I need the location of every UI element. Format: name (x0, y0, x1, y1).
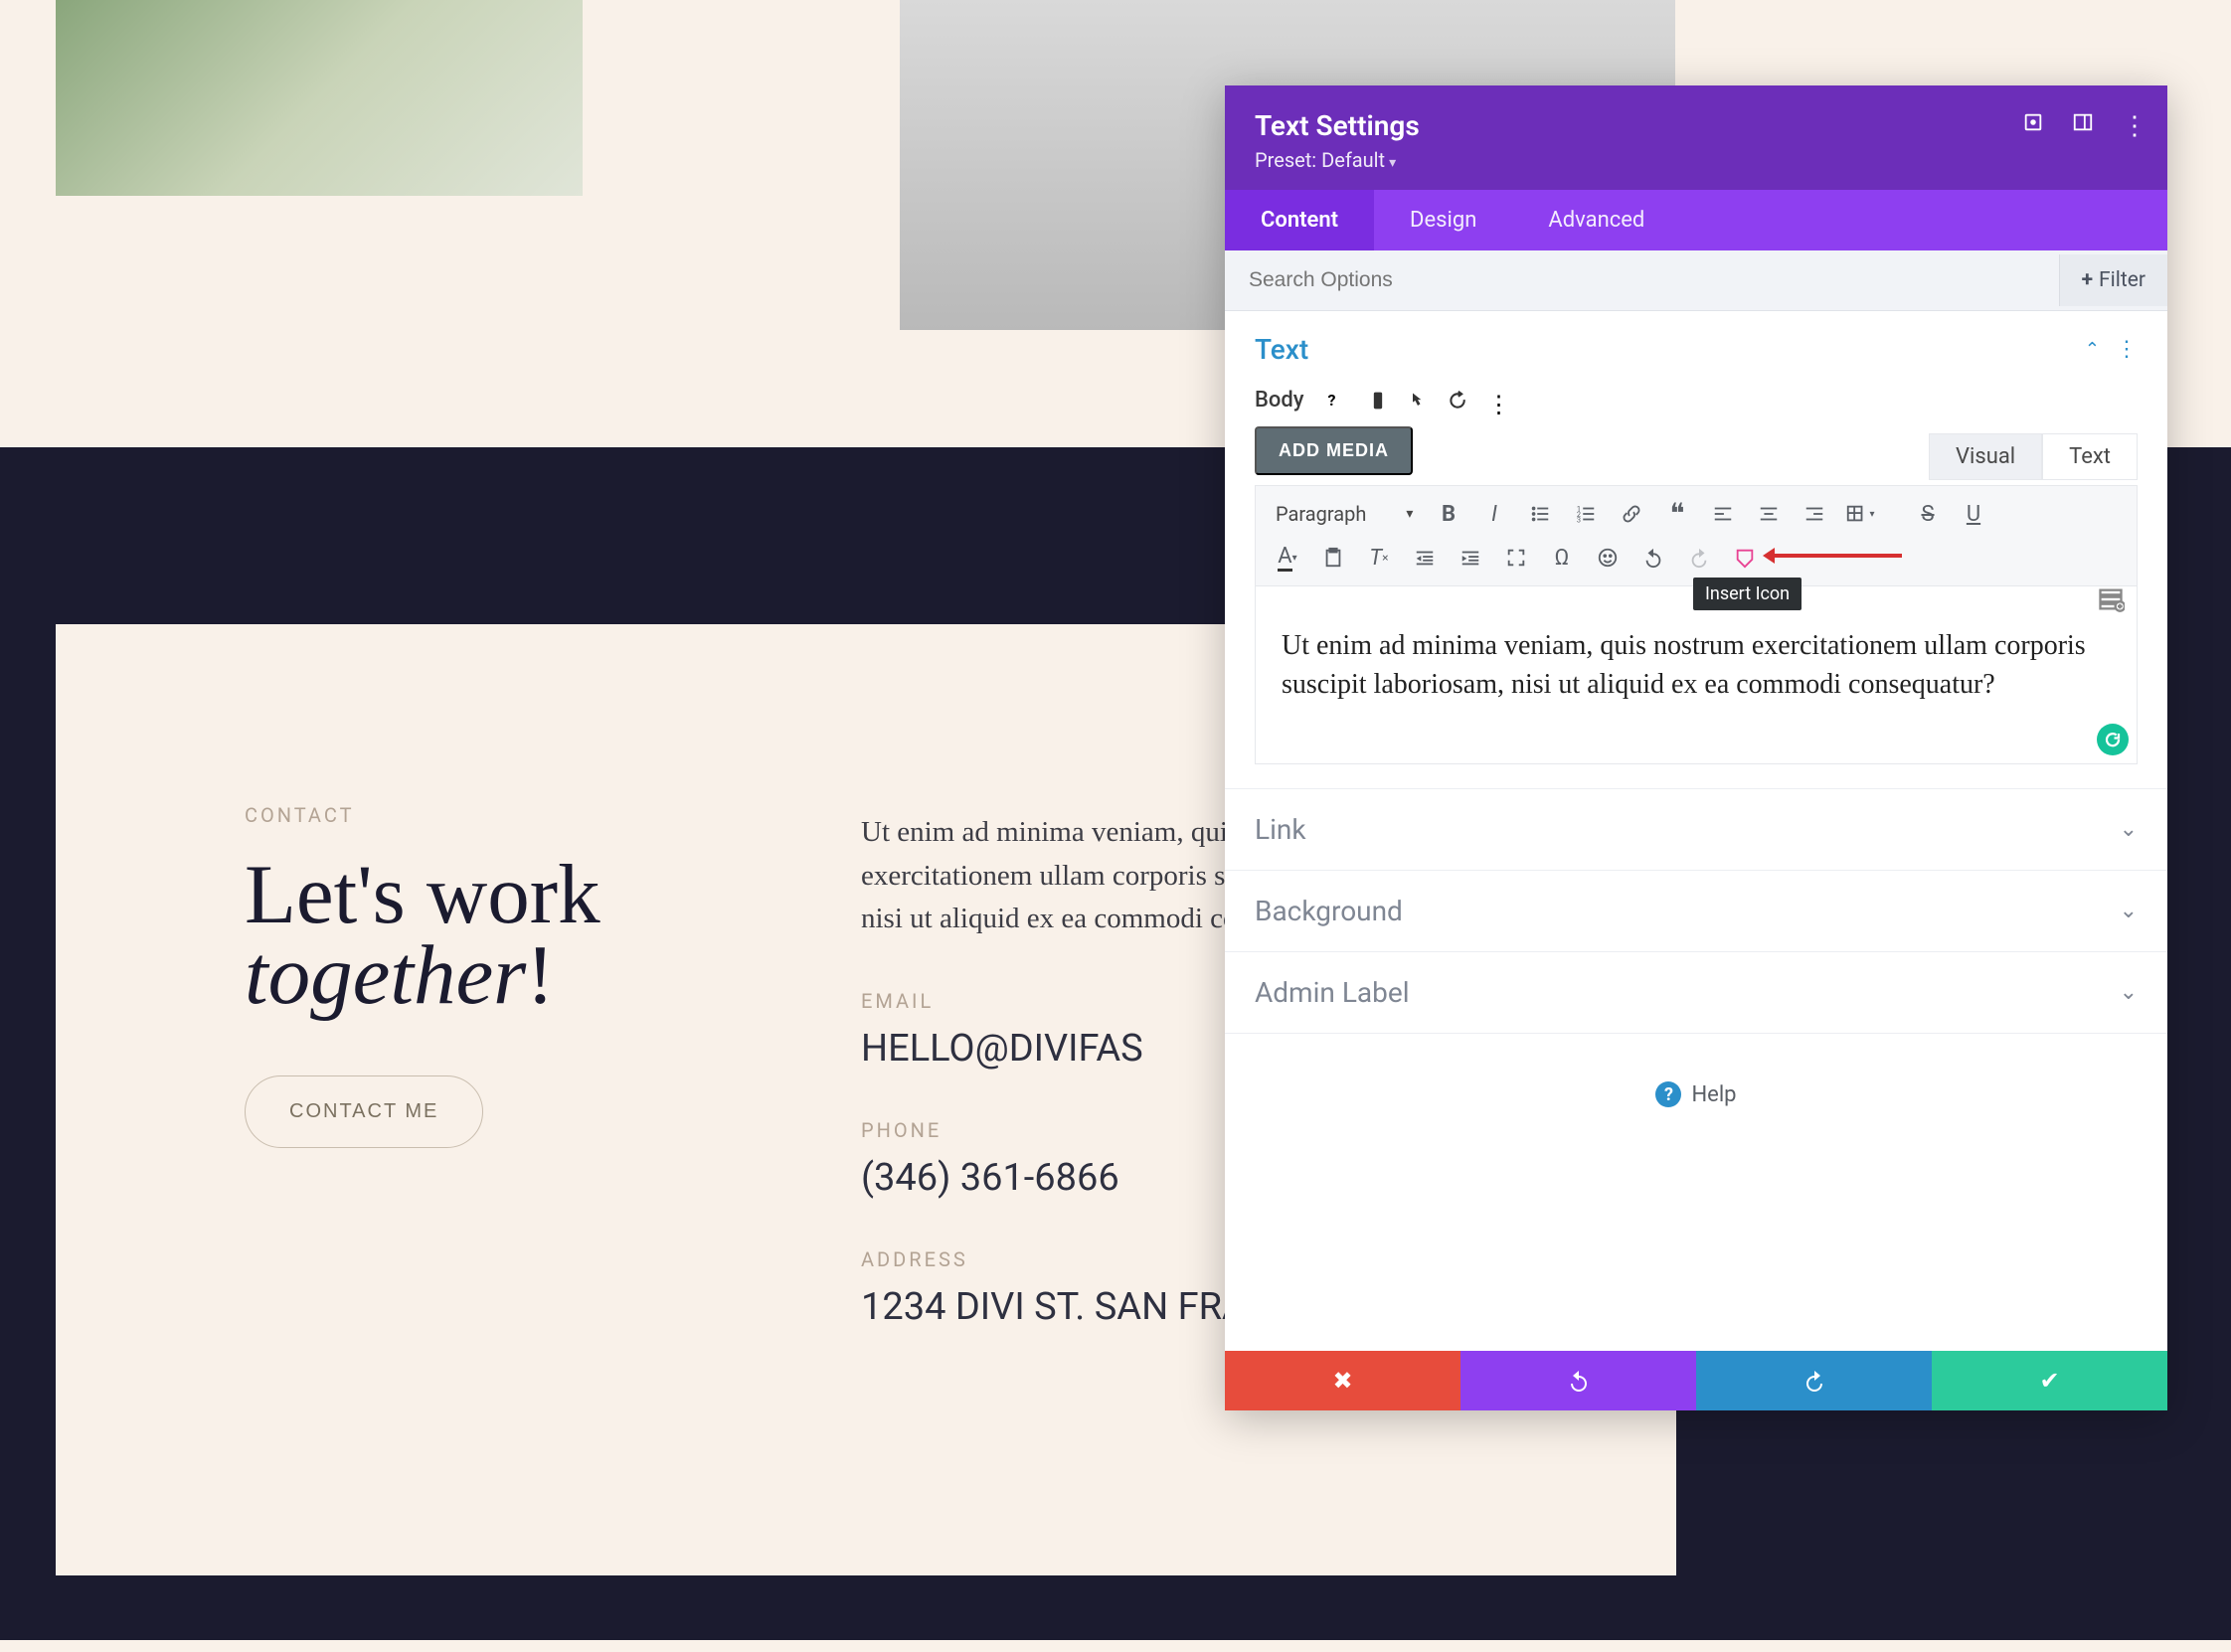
chevron-down-icon: ⌄ (2120, 980, 2138, 1005)
panel-header[interactable]: Text Settings Preset: Default▾ ⋮ (1225, 85, 2167, 190)
emoji-button[interactable] (1586, 538, 1630, 578)
editor-content: Ut enim ad minima veniam, quis nostrum e… (1282, 630, 2086, 700)
headline-suffix: ! (526, 928, 554, 1022)
help-link[interactable]: ? Help (1655, 1081, 1736, 1107)
section-title: Text (1255, 333, 1308, 366)
editor-wrapper: Paragraph ▾ B I 123 ❝ ▾ S U A▾ T× Ω (1255, 485, 2138, 764)
redo-button[interactable] (1677, 538, 1721, 578)
underline-button[interactable]: U (1952, 494, 1995, 534)
panel-header-icons: ⋮ (2022, 111, 2144, 133)
editor-tab-visual[interactable]: Visual (1929, 433, 2042, 480)
body-label: Body (1255, 388, 1304, 413)
bold-button[interactable]: B (1427, 494, 1470, 534)
mobile-icon[interactable] (1368, 391, 1388, 411)
help-label: Help (1691, 1082, 1736, 1107)
panel-footer: ✖ ✔ (1225, 1351, 2167, 1410)
quote-button[interactable]: ❝ (1655, 494, 1699, 534)
preset-label: Preset: Default (1255, 148, 1385, 172)
chevron-up-icon[interactable]: ⌃ (2085, 339, 2100, 360)
accordion-admin-label-title: Admin Label (1255, 976, 1410, 1009)
filter-label: Filter (2099, 268, 2145, 292)
align-center-button[interactable] (1747, 494, 1791, 534)
panel-spacer: ? Help (1225, 1033, 2167, 1351)
more-options-icon[interactable]: ⋮ (2122, 111, 2144, 133)
image-placeholder-plants (56, 0, 583, 196)
filter-button[interactable]: +Filter (2059, 254, 2167, 306)
tab-advanced[interactable]: Advanced (1512, 190, 1680, 250)
accordion-admin-label[interactable]: Admin Label ⌄ (1225, 951, 2167, 1033)
editor-toolbar: Paragraph ▾ B I 123 ❝ ▾ S U A▾ T× Ω (1256, 486, 2137, 586)
chevron-down-icon: ⌄ (2120, 899, 2138, 923)
hover-icon[interactable] (1408, 391, 1428, 411)
ol-button[interactable]: 123 (1564, 494, 1608, 534)
body-row: Body ? ⋮ (1225, 388, 2167, 426)
contact-headline: Let's work together! (245, 855, 722, 1016)
accordion-link-title: Link (1255, 813, 1306, 846)
save-button[interactable]: ✔ (1932, 1351, 2167, 1410)
headline-italic: together (245, 928, 526, 1022)
panel-title: Text Settings (1255, 109, 2138, 142)
section-icons: ⌃ ⋮ (2085, 337, 2138, 362)
fullscreen-button[interactable] (1494, 538, 1538, 578)
ul-button[interactable] (1518, 494, 1562, 534)
search-input[interactable] (1225, 250, 2059, 310)
contact-me-button[interactable]: CONTACT ME (245, 1075, 483, 1148)
editor-tabs: Visual Text (1929, 433, 2138, 480)
dock-icon[interactable] (2072, 111, 2094, 133)
help-icon[interactable]: ? (1328, 391, 1348, 411)
section-header-text[interactable]: Text ⌃ ⋮ (1225, 311, 2167, 388)
tab-content[interactable]: Content (1225, 190, 1374, 250)
redo-footer-button[interactable] (1696, 1351, 1932, 1410)
link-button[interactable] (1610, 494, 1653, 534)
editor-tab-text[interactable]: Text (2042, 433, 2138, 480)
tab-design[interactable]: Design (1374, 190, 1512, 250)
caret-down-icon: ▾ (1389, 155, 1396, 171)
body-icons: ? ⋮ (1328, 391, 1507, 411)
contact-left-col: CONTACT Let's work together! CONTACT ME (245, 803, 722, 1377)
search-bar: +Filter (1225, 250, 2167, 311)
chevron-down-icon: ⌄ (2120, 817, 2138, 842)
paragraph-select-label: Paragraph (1276, 502, 1366, 526)
outdent-button[interactable] (1403, 538, 1447, 578)
preset-dropdown[interactable]: Preset: Default▾ (1255, 148, 2138, 172)
paste-button[interactable] (1311, 538, 1355, 578)
text-color-button[interactable]: A▾ (1266, 538, 1309, 578)
editor-canvas[interactable]: Ut enim ad minima veniam, quis nostrum e… (1256, 586, 2137, 763)
add-media-button[interactable]: ADD MEDIA (1255, 426, 1413, 475)
plus-icon: + (2082, 268, 2093, 292)
undo-footer-button[interactable] (1460, 1351, 1696, 1410)
strikethrough-button[interactable]: S (1906, 494, 1950, 534)
paragraph-select[interactable]: Paragraph ▾ (1266, 496, 1425, 532)
align-right-button[interactable] (1793, 494, 1836, 534)
insert-icon-button[interactable]: Insert Icon (1723, 538, 1767, 578)
grammarly-icon[interactable] (2097, 724, 2129, 755)
accordion-background[interactable]: Background ⌄ (1225, 870, 2167, 951)
special-char-button[interactable]: Ω (1540, 538, 1584, 578)
cancel-button[interactable]: ✖ (1225, 1351, 1460, 1410)
undo-button[interactable] (1631, 538, 1675, 578)
tabs: Content Design Advanced (1225, 190, 2167, 250)
accordion-background-title: Background (1255, 895, 1403, 927)
reset-icon[interactable] (1448, 391, 1467, 411)
svg-text:3: 3 (1577, 515, 1581, 524)
italic-button[interactable]: I (1472, 494, 1516, 534)
clear-format-button[interactable]: T× (1357, 538, 1401, 578)
more-icon[interactable]: ⋮ (1487, 391, 1507, 411)
chevron-down-icon: ▾ (1406, 506, 1413, 522)
help-circle-icon: ? (1655, 1081, 1681, 1107)
text-settings-panel: Text Settings Preset: Default▾ ⋮ Content… (1225, 85, 2167, 1410)
annotation-arrow (1773, 554, 1902, 558)
more-dots-icon[interactable]: ⋮ (2116, 337, 2138, 362)
indent-button[interactable] (1449, 538, 1492, 578)
accordion-link[interactable]: Link ⌄ (1225, 788, 2167, 870)
contact-eyebrow: CONTACT (245, 803, 722, 827)
align-left-button[interactable] (1701, 494, 1745, 534)
table-button[interactable]: ▾ (1838, 494, 1882, 534)
expand-icon[interactable] (2022, 111, 2044, 133)
